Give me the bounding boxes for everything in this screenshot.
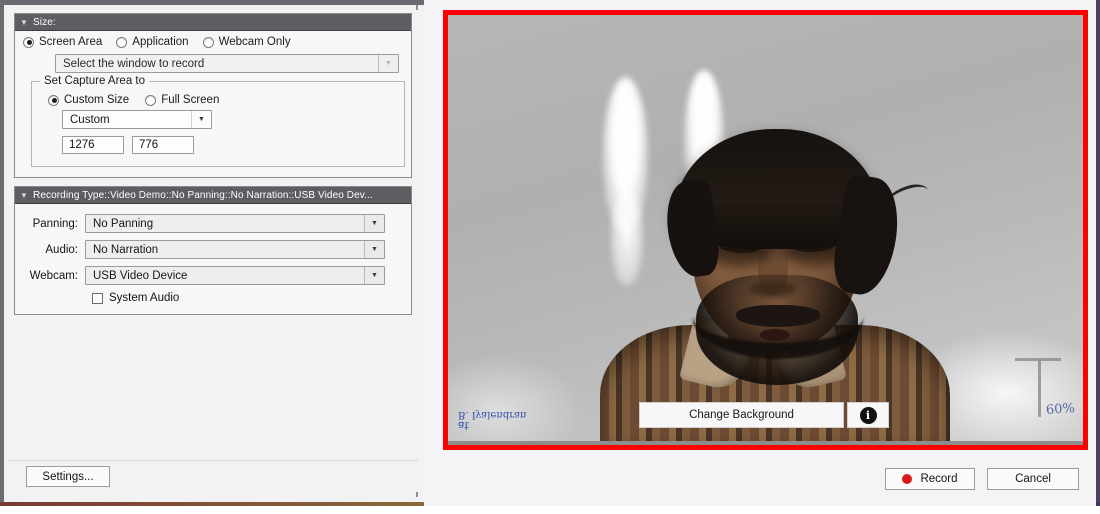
radio-dot-screen-area (23, 36, 34, 48)
radio-label-screen-area: Screen Area (39, 36, 103, 48)
record-button[interactable]: Record (885, 468, 975, 490)
system-audio-row[interactable]: System Audio (23, 292, 385, 304)
webcam-preview-video[interactable]: 60% at B. Iyalendran Change Background i (448, 15, 1083, 445)
recording-type-panel: ▼ Recording Type::Video Demo::No Panning… (14, 186, 412, 315)
radio-dot-full-screen (145, 94, 157, 106)
chevron-down-icon[interactable]: ▼ (364, 241, 384, 258)
audio-value: No Narration (93, 243, 159, 256)
size-panel-title: Size: (33, 16, 56, 28)
capture-width-input[interactable]: 1276 (62, 136, 124, 154)
window-select-value: Select the window to record (63, 57, 205, 70)
whiteboard-handwriting-line1: at (458, 419, 469, 432)
preset-size-value: Custom (70, 113, 110, 126)
audio-label: Audio: (45, 243, 78, 256)
size-panel: ▼ Size: Screen Area Application Webcam O… (14, 13, 412, 178)
webcam-subject (600, 100, 950, 445)
whiteboard-handwriting: at B. Iyalendran (458, 409, 527, 432)
video-overlay-toolbar: Change Background i (639, 402, 889, 428)
recording-type-panel-body: Panning: No Panning ▼ Audio: No Narratio… (15, 204, 411, 314)
subject-mouth (760, 329, 790, 341)
radio-application[interactable]: Application (116, 36, 189, 48)
system-audio-label: System Audio (109, 292, 180, 304)
radio-label-webcam-only: Webcam Only (218, 36, 291, 48)
capture-size-radio-group: Custom Size Full Screen (42, 94, 394, 110)
desktop-backdrop (0, 506, 1100, 514)
webcam-recorder-dialog: ▼ Size: Screen Area Application Webcam O… (0, 0, 1100, 514)
change-background-button[interactable]: Change Background (639, 402, 844, 428)
subject-moustache (736, 305, 820, 327)
radio-dot-webcam-only (202, 36, 214, 48)
cancel-button[interactable]: Cancel (987, 468, 1079, 490)
whiteboard-frame-post (1038, 359, 1041, 417)
webcam-dropdown[interactable]: USB Video Device ▼ (85, 266, 385, 285)
radio-label-application: Application (132, 36, 189, 48)
system-audio-checkbox[interactable] (92, 292, 103, 304)
chevron-down-icon[interactable]: ▼ (15, 191, 33, 200)
panning-label: Panning: (32, 217, 78, 230)
window-select-dropdown[interactable]: Select the window to record ▼ (55, 54, 399, 73)
chevron-down-icon[interactable]: ▼ (364, 267, 384, 284)
radio-label-custom-size: Custom Size (64, 94, 130, 106)
settings-button-bar: Settings... (8, 460, 418, 492)
chevron-down-icon[interactable]: ▼ (15, 18, 33, 27)
webcam-value: USB Video Device (93, 269, 188, 282)
audio-dropdown[interactable]: No Narration ▼ (85, 240, 385, 259)
radio-label-full-screen: Full Screen (161, 94, 220, 106)
radio-webcam-only[interactable]: Webcam Only (202, 36, 291, 48)
whiteboard-bottom-edge (448, 441, 1083, 445)
window-chrome-right (1096, 0, 1100, 505)
radio-dot-application (116, 36, 128, 48)
custom-size-fields: 1276 776 (42, 136, 394, 154)
webcam-row: Webcam: USB Video Device ▼ (23, 266, 385, 285)
size-panel-header[interactable]: ▼ Size: (15, 14, 411, 31)
recording-type-panel-title: Recording Type::Video Demo::No Panning::… (33, 189, 373, 201)
record-dot-icon (902, 474, 913, 484)
radio-dot-custom-size (48, 94, 59, 106)
chevron-down-icon[interactable]: ▼ (191, 111, 211, 128)
recording-type-panel-header[interactable]: ▼ Recording Type::Video Demo::No Panning… (15, 187, 411, 204)
whiteboard-scrawl: 60% (1045, 401, 1076, 418)
background-info-button[interactable]: i (847, 402, 889, 428)
chevron-down-icon[interactable]: ▼ (378, 55, 398, 72)
capture-area-groupbox: Set Capture Area to Custom Size Full Scr… (31, 75, 405, 167)
record-button-label: Record (920, 473, 958, 485)
info-icon: i (859, 406, 877, 424)
webcam-preview-frame: 60% at B. Iyalendran Change Background i (443, 10, 1088, 450)
webcam-label: Webcam: (29, 269, 78, 282)
preview-pane: 60% at B. Iyalendran Change Background i… (424, 0, 1096, 506)
settings-pane: ▼ Size: Screen Area Application Webcam O… (4, 5, 418, 497)
capture-mode-radio-group: Screen Area Application Webcam Only (15, 31, 411, 54)
radio-screen-area[interactable]: Screen Area (23, 36, 102, 48)
radio-full-screen[interactable]: Full Screen (145, 94, 219, 106)
chevron-down-icon[interactable]: ▼ (364, 215, 384, 232)
panning-row: Panning: No Panning ▼ (23, 214, 385, 233)
dialog-button-bar: Record Cancel (424, 454, 1096, 506)
panning-value: No Panning (93, 217, 154, 230)
audio-row: Audio: No Narration ▼ (23, 240, 385, 259)
whiteboard-handwriting-line2: B. Iyalendran (458, 409, 527, 421)
size-panel-body: Screen Area Application Webcam Only Sele… (15, 31, 411, 177)
settings-button[interactable]: Settings... (26, 466, 110, 487)
panning-dropdown[interactable]: No Panning ▼ (85, 214, 385, 233)
capture-height-input[interactable]: 776 (132, 136, 194, 154)
preset-size-dropdown[interactable]: Custom ▼ (62, 110, 212, 129)
capture-area-group-title: Set Capture Area to (40, 75, 150, 87)
settings-scroll-area[interactable]: ▼ Size: Screen Area Application Webcam O… (8, 10, 418, 465)
radio-custom-size[interactable]: Custom Size (48, 94, 129, 106)
